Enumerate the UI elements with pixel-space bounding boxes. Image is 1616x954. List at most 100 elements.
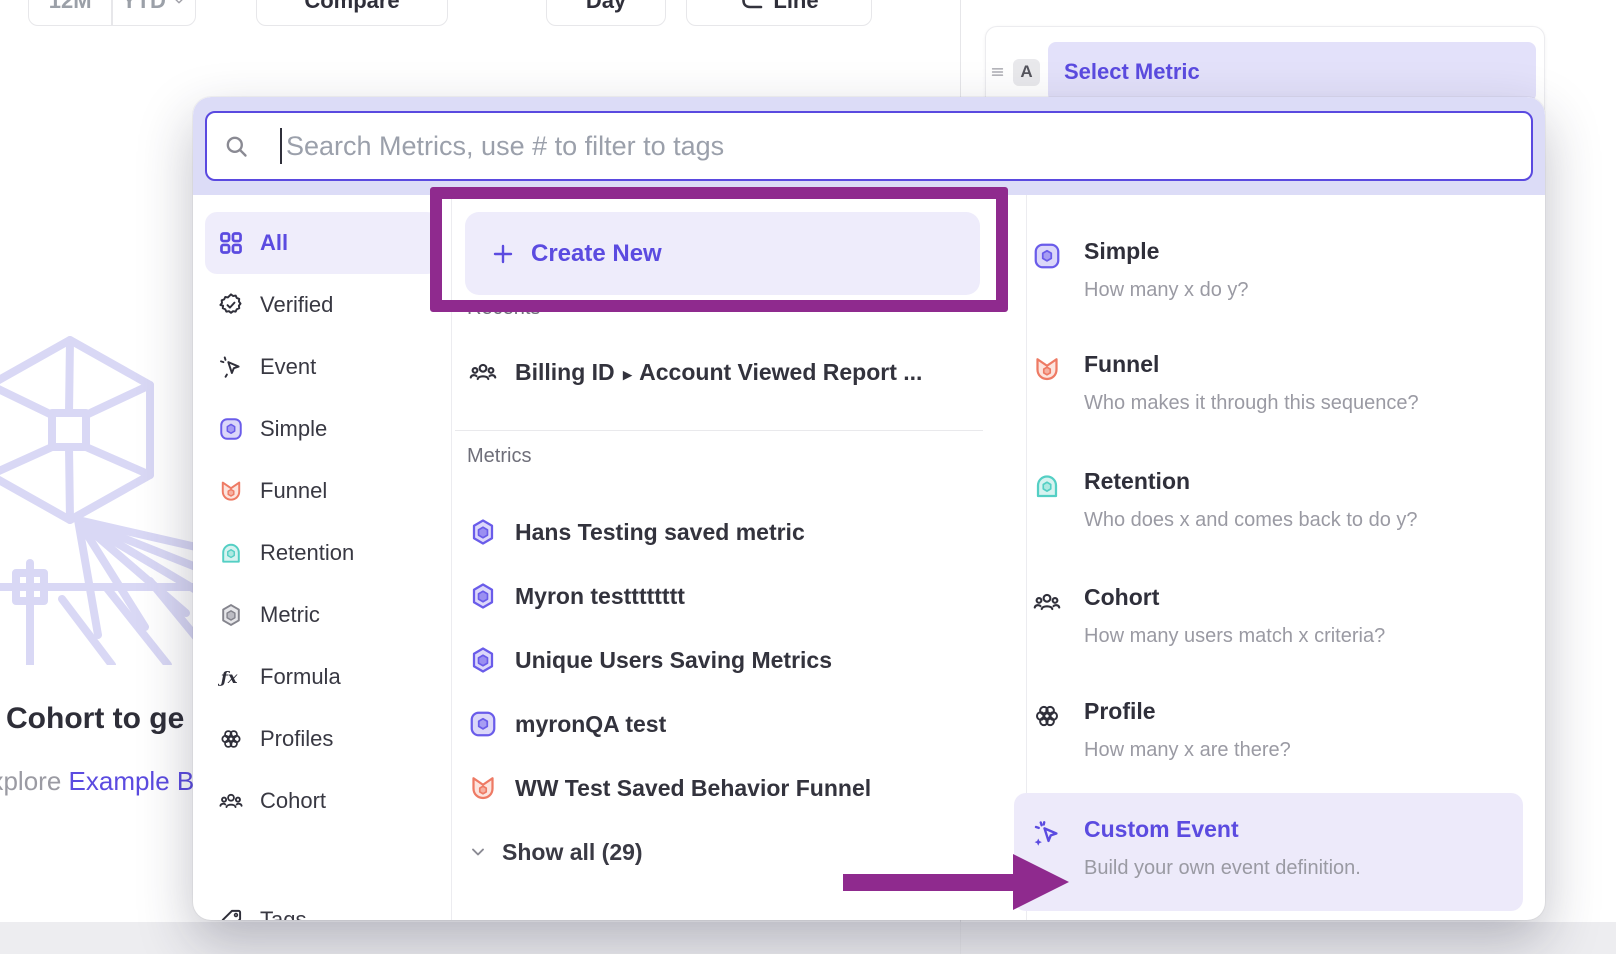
metric-name: Myron testttttttt [515, 583, 685, 610]
compare-label: Compare [304, 0, 399, 14]
show-all-label: Show all (29) [502, 839, 643, 866]
metric-picker-screen: 12M YTD Compare Day Line A Select Metric [0, 0, 1616, 954]
interval-label: Day [586, 0, 626, 14]
sidebar-item-label: Formula [260, 664, 341, 690]
simple-metric-icon [1032, 241, 1062, 271]
type-desc: Build your own event definition. [1084, 853, 1361, 883]
simple-metric-icon [468, 709, 498, 739]
sidebar-item-profiles[interactable]: Profiles [205, 708, 439, 770]
example-board-link[interactable]: Example B [69, 766, 195, 796]
type-desc: How many x are there? [1084, 735, 1291, 765]
select-metric-label: Select Metric [1064, 59, 1200, 85]
profiles-honeycomb-icon [1032, 701, 1062, 731]
empty-state-illustration [0, 335, 196, 665]
type-text: Retention Who does x and comes back to d… [1084, 465, 1418, 535]
range-12m-button[interactable]: 12M [29, 0, 111, 14]
recent-primary: Billing ID [515, 359, 615, 385]
type-title: Cohort [1084, 581, 1385, 613]
sidebar-item-label: All [260, 230, 288, 256]
sidebar-item-label: Funnel [260, 478, 327, 504]
metrics-section-label: Metrics [467, 445, 531, 468]
recent-item[interactable]: Billing ID ▸ Account Viewed Report ... [468, 350, 1013, 394]
metric-hexagon-icon [218, 602, 244, 628]
sidebar-item-verified[interactable]: Verified [205, 274, 439, 336]
type-desc: How many users match x criteria? [1084, 621, 1385, 651]
sidebar-item-retention[interactable]: Retention [205, 522, 439, 584]
type-text: Profile How many x are there? [1084, 695, 1291, 765]
sidebar-item-event[interactable]: Event [205, 336, 439, 398]
type-desc: Who does x and comes back to do y? [1084, 505, 1418, 535]
type-option-custom-event[interactable]: Custom Event Build your own event defini… [1032, 813, 1528, 883]
metric-hexagon-icon [468, 581, 498, 611]
chart-type-label: Line [773, 0, 818, 14]
sidebar-item-formula[interactable]: ƒx Formula [205, 646, 439, 708]
sidebar-item-label: Profiles [260, 726, 333, 752]
select-metric-field[interactable]: Select Metric [1048, 42, 1536, 102]
metric-list-item[interactable]: Hans Testing saved metric [468, 510, 1013, 554]
retention-icon [218, 540, 244, 566]
sidebar-item-simple[interactable]: Simple [205, 398, 439, 460]
cohort-people-icon [218, 788, 244, 814]
chevron-down-icon [468, 842, 488, 862]
sidebar-item-label: Metric [260, 602, 320, 628]
sidebar-item-label: Cohort [260, 788, 326, 814]
type-option-retention[interactable]: Retention Who does x and comes back to d… [1032, 465, 1528, 535]
formula-fx-icon: ƒx [218, 664, 244, 690]
search-box[interactable] [205, 111, 1533, 181]
tag-icon [218, 907, 244, 920]
type-title: Funnel [1084, 348, 1419, 380]
metric-list-item[interactable]: Unique Users Saving Metrics [468, 638, 1013, 682]
verified-badge-icon [218, 292, 244, 318]
sidebar-item-label: Event [260, 354, 316, 380]
breadcrumb-arrow: ▸ [623, 365, 632, 384]
range-ytd-label: YTD [122, 0, 166, 14]
sidebar-item-cohort[interactable]: Cohort [205, 770, 439, 832]
search-input[interactable] [286, 131, 1531, 162]
sidebar-item-label: Simple [260, 416, 327, 442]
type-option-funnel[interactable]: Funnel Who makes it through this sequenc… [1032, 348, 1528, 418]
funnel-icon [218, 478, 244, 504]
metric-name: WW Test Saved Behavior Funnel [515, 775, 871, 802]
date-range-segmented-control[interactable]: 12M YTD [28, 0, 196, 26]
event-cursor-icon [218, 354, 244, 380]
interval-day-button[interactable]: Day [546, 0, 666, 26]
sidebar-item-label: Retention [260, 540, 354, 566]
sidebar-item-all[interactable]: All [205, 212, 439, 274]
annotation-arrow-shaft [843, 874, 1015, 891]
background-panel-divider-bottom [960, 920, 961, 954]
recents-metrics-divider [455, 430, 983, 431]
type-option-simple[interactable]: Simple How many x do y? [1032, 235, 1528, 305]
sidebar-item-funnel[interactable]: Funnel [205, 460, 439, 522]
custom-event-cursor-icon [1032, 819, 1062, 849]
type-desc: How many x do y? [1084, 275, 1249, 305]
sidebar-item-label: Verified [260, 292, 333, 318]
sidebar-item-metric[interactable]: Metric [205, 584, 439, 646]
svg-text:ƒx: ƒx [218, 668, 238, 687]
metric-hexagon-icon [468, 517, 498, 547]
type-option-cohort[interactable]: Cohort How many users match x criteria? [1032, 581, 1528, 651]
metric-list-item[interactable]: Myron testttttttt [468, 574, 1013, 618]
type-desc: Who makes it through this sequence? [1084, 388, 1419, 418]
type-title: Custom Event [1084, 813, 1361, 845]
range-ytd-button[interactable]: YTD [113, 0, 195, 14]
type-option-profile[interactable]: Profile How many x are there? [1032, 695, 1528, 765]
compare-button[interactable]: Compare [256, 0, 448, 26]
type-text: Cohort How many users match x criteria? [1084, 581, 1385, 651]
show-all-toggle[interactable]: Show all (29) [468, 830, 1013, 874]
chart-type-line-button[interactable]: Line [686, 0, 872, 26]
type-text: Custom Event Build your own event defini… [1084, 813, 1361, 883]
cohort-people-icon [468, 357, 498, 387]
cohort-people-icon [1032, 587, 1062, 617]
empty-state-headline-fragment: r Cohort to ge [0, 702, 184, 736]
search-icon [223, 133, 250, 160]
type-title: Retention [1084, 465, 1418, 497]
metric-name: Unique Users Saving Metrics [515, 647, 832, 674]
profiles-honeycomb-icon [218, 726, 244, 752]
empty-state-explore-line: explore Example B [0, 766, 194, 797]
drag-handle-icon[interactable] [990, 64, 1005, 80]
metric-list-item[interactable]: WW Test Saved Behavior Funnel [468, 766, 1013, 810]
grid-icon [218, 230, 244, 256]
sidebar-item-tags[interactable]: Tags [205, 889, 439, 920]
retention-icon [1032, 471, 1062, 501]
metric-list-item[interactable]: myronQA test [468, 702, 1013, 746]
